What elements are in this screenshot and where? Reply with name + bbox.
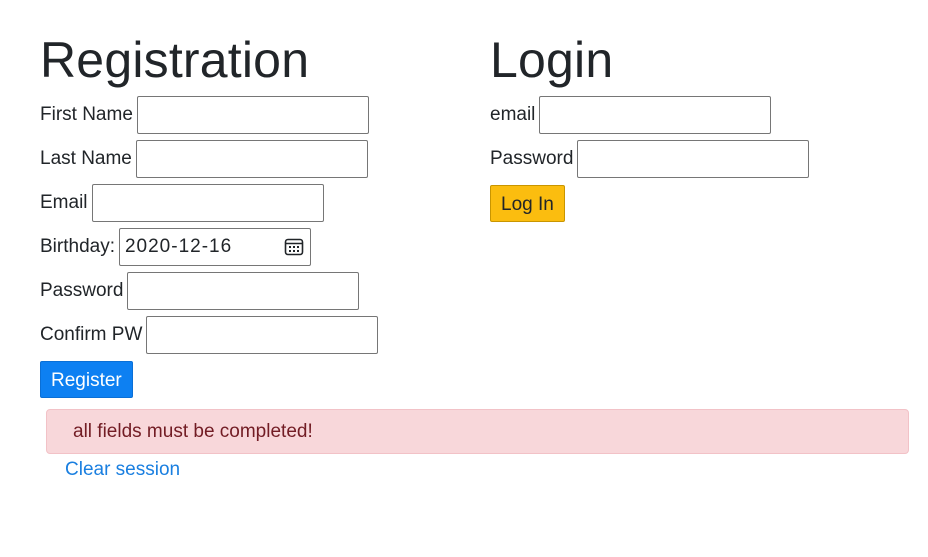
login-email-input[interactable]	[539, 96, 772, 134]
clear-session-link[interactable]: Clear session	[65, 459, 180, 481]
login-title: Login	[490, 32, 614, 88]
confirm-pw-input[interactable]	[146, 316, 379, 354]
birthday-label: Birthday:	[40, 236, 115, 257]
birthday-value: 2020-12-16	[124, 236, 233, 257]
confirm-pw-label: Confirm PW	[40, 324, 143, 345]
last-name-input[interactable]	[135, 140, 368, 178]
login-password-input[interactable]	[577, 140, 810, 178]
first-name-row: First Name	[40, 96, 480, 134]
password-input[interactable]	[127, 272, 360, 310]
calendar-icon[interactable]	[284, 237, 304, 257]
login-password-label: Password	[490, 148, 574, 169]
password-label: Password	[40, 280, 124, 301]
login-password-row: Password	[490, 140, 910, 178]
login-button-row: Log In	[490, 184, 910, 222]
error-alert: all fields must be completed!	[46, 409, 909, 454]
confirm-pw-row: Confirm PW	[40, 316, 480, 354]
birthday-date-input[interactable]: 2020-12-16	[118, 228, 311, 266]
first-name-input[interactable]	[136, 96, 369, 134]
email-input[interactable]	[91, 184, 324, 222]
login-email-label: email	[490, 104, 536, 125]
birthday-row: Birthday: 2020-12-16	[40, 228, 480, 266]
last-name-label: Last Name	[40, 148, 132, 169]
login-button[interactable]: Log In	[490, 184, 565, 222]
first-name-label: First Name	[40, 104, 133, 125]
register-button[interactable]: Register	[40, 360, 133, 398]
registration-form: Registration First Name Last Name Email …	[40, 30, 480, 404]
last-name-row: Last Name	[40, 140, 480, 178]
registration-title: Registration	[40, 32, 310, 88]
email-row: Email	[40, 184, 480, 222]
register-row: Register	[40, 360, 480, 398]
email-label: Email	[40, 192, 88, 213]
login-form: Login email Password Log In	[490, 30, 910, 228]
password-row: Password	[40, 272, 480, 310]
login-email-row: email	[490, 96, 910, 134]
